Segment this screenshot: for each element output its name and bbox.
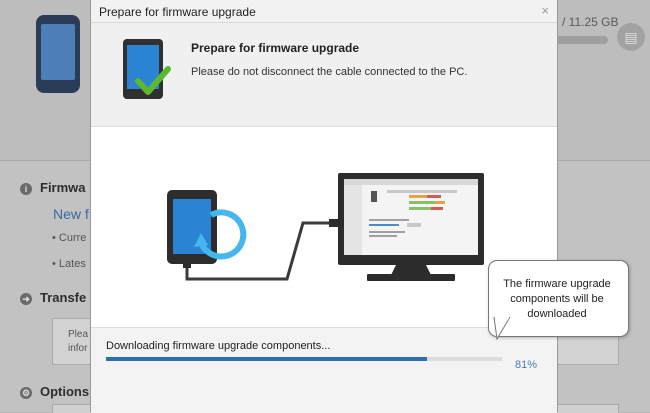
download-percent: 81% (515, 359, 538, 371)
close-icon[interactable]: × (541, 3, 549, 18)
section-options: ⚙ Options (20, 384, 89, 399)
bullet-current: • Curre (52, 232, 87, 244)
dialog-footer: Downloading firmware upgrade components.… (91, 327, 557, 413)
dialog-header: Prepare for firmware upgrade Please do n… (91, 23, 557, 127)
gear-icon: ⚙ (20, 386, 32, 399)
download-progress-fill (106, 357, 427, 361)
dialog-title: Prepare for firmware upgrade (99, 5, 256, 19)
download-progress-bar (106, 357, 502, 361)
bullet-latest: • Lates (52, 258, 86, 270)
section-transfer-label: Transfe (40, 290, 87, 305)
transfer-icon: ➜ (20, 292, 32, 305)
dialog-heading: Prepare for firmware upgrade (191, 41, 360, 55)
section-transfer: ➜ Transfe (20, 290, 86, 305)
tooltip-text: The firmware upgrade components will be … (503, 278, 611, 320)
folder-icon[interactable]: ▤ (617, 23, 645, 51)
storage-text: / 11.25 GB (562, 15, 619, 29)
section-firmware: i Firmwa (20, 180, 86, 195)
dialog-titlebar: Prepare for firmware upgrade × (91, 0, 557, 23)
new-firmware-link[interactable]: New f (53, 206, 89, 222)
section-firmware-label: Firmwa (40, 180, 86, 195)
download-status: Downloading firmware upgrade components.… (106, 340, 331, 352)
firmware-dialog: Prepare for firmware upgrade × Prepare f… (90, 0, 558, 413)
section-options-label: Options (40, 384, 90, 399)
storage-bar (553, 36, 608, 44)
phone-image (36, 15, 80, 93)
info-box-text: Plea infor (68, 329, 89, 354)
dialog-subheading: Please do not disconnect the cable conne… (191, 66, 468, 78)
info-icon: i (20, 182, 32, 195)
checkmark-icon (135, 66, 171, 95)
